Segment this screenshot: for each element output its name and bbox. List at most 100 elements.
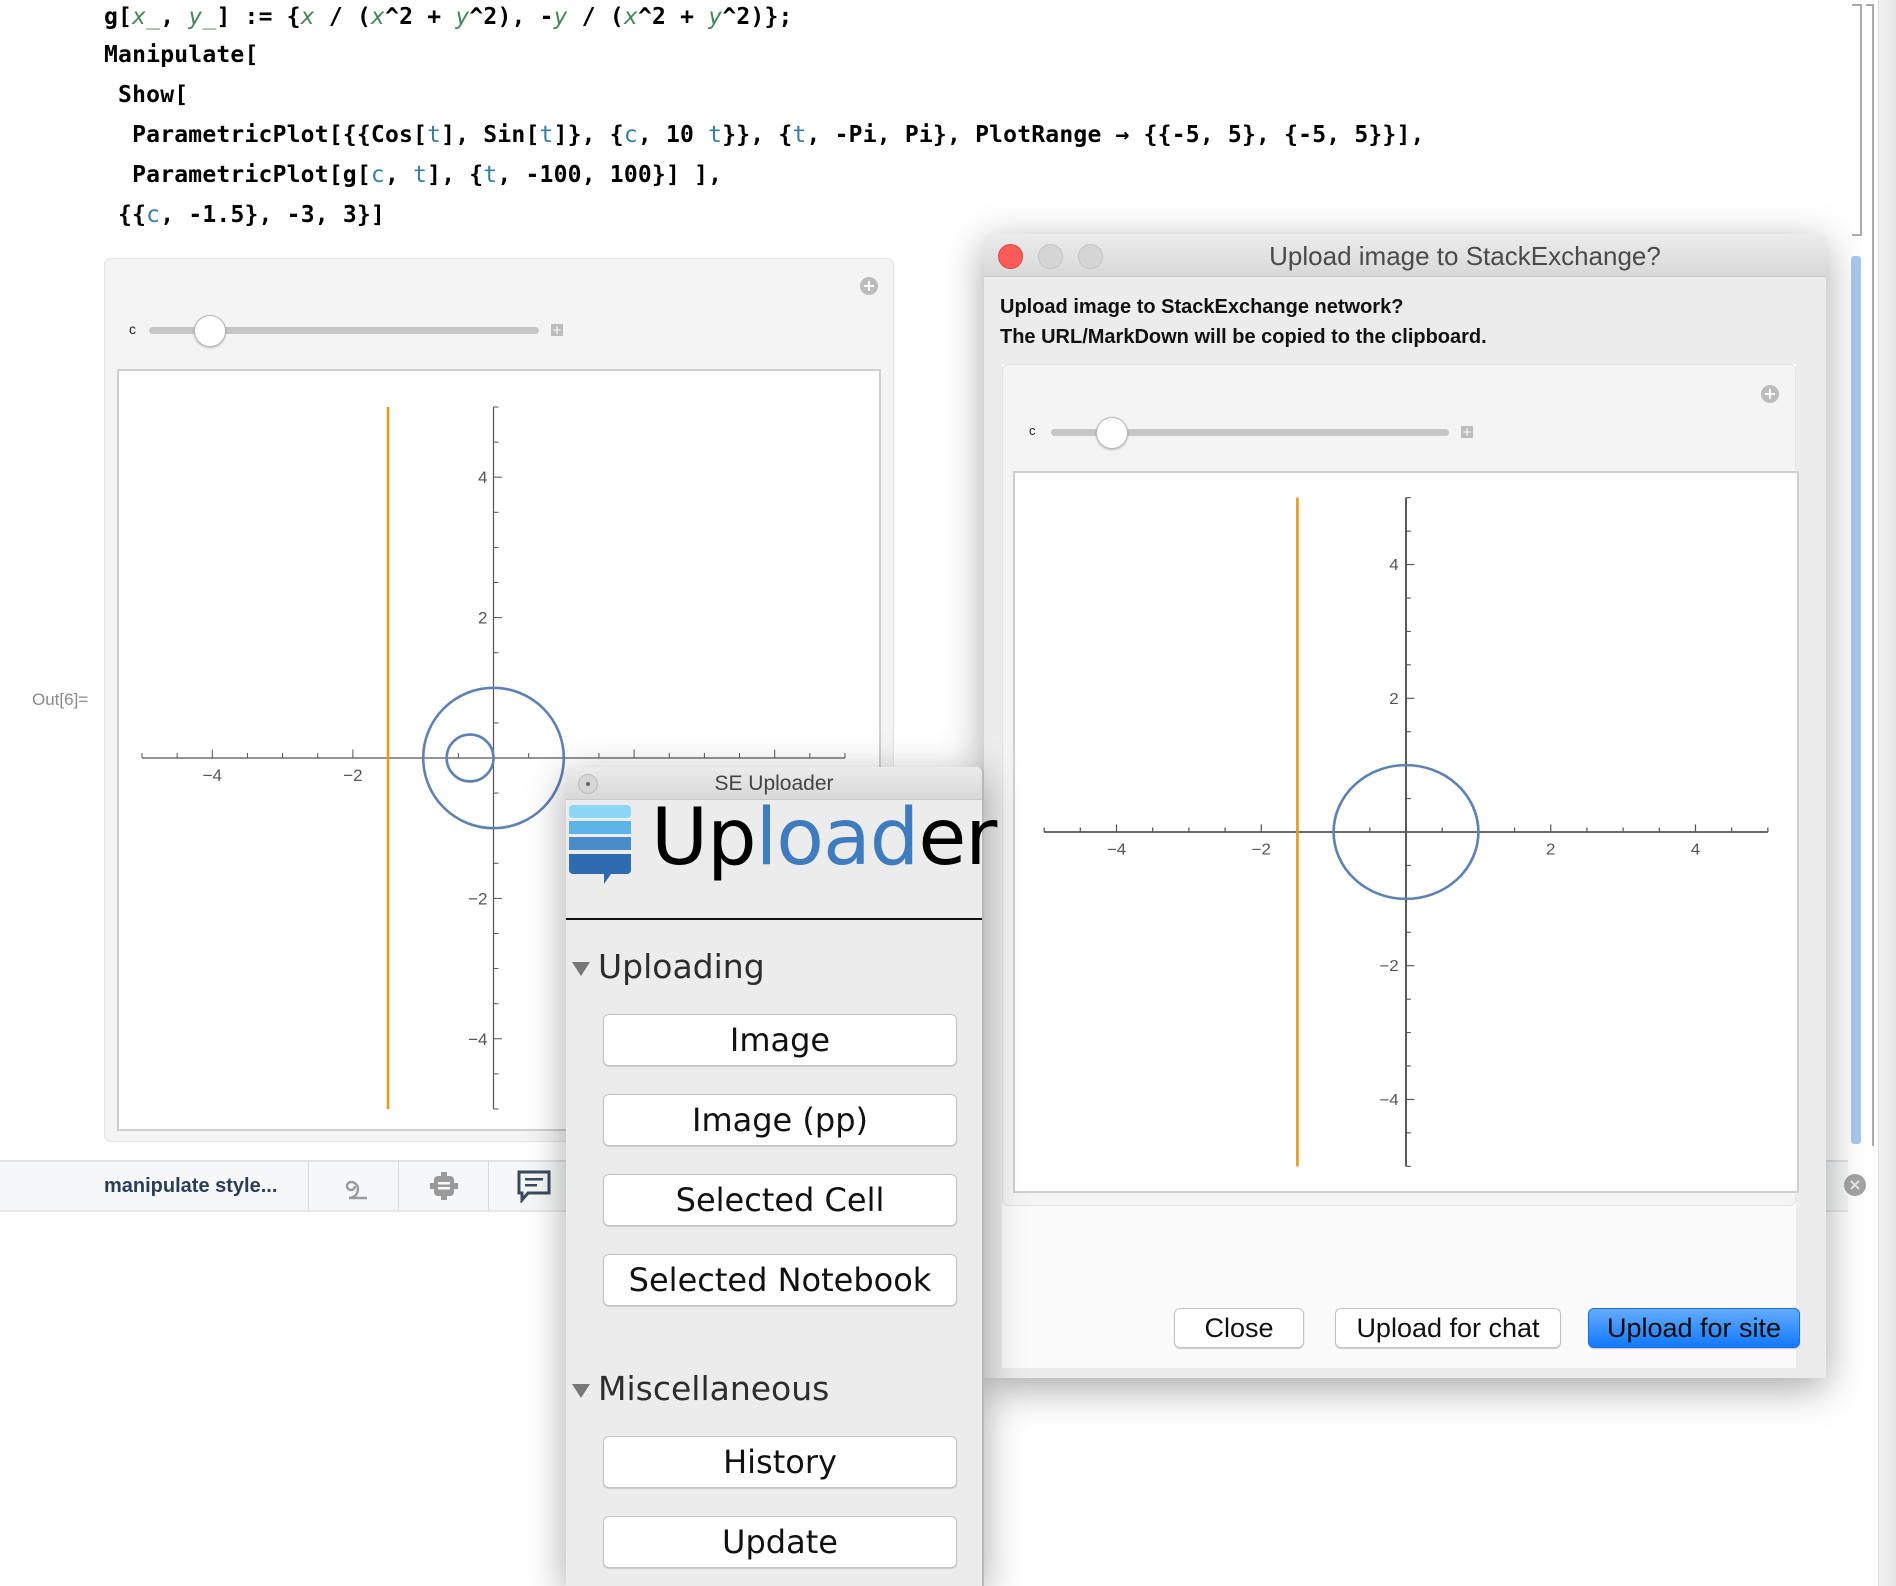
- preview-y-tick-label: 2: [1389, 690, 1398, 707]
- preview-add-options-icon: +: [1761, 385, 1779, 403]
- logo-text-up: Up: [651, 793, 757, 883]
- upload-dialog: Upload image to StackExchange? Upload im…: [984, 234, 1826, 1378]
- code-line[interactable]: ParametricPlot[g[c, t], {t, -100, 100}] …: [104, 162, 722, 188]
- preview-x-tick-label: −4: [1107, 841, 1126, 858]
- preview-slider-label: c: [1029, 423, 1036, 438]
- add-options-icon[interactable]: +: [860, 277, 878, 295]
- close-button[interactable]: Close: [1174, 1308, 1304, 1348]
- code-line[interactable]: ParametricPlot[{{Cos[t], Sin[t]}, {c, 10…: [104, 122, 1425, 148]
- code-pattern-var: y: [708, 4, 723, 30]
- cell-bracket-group[interactable]: [1866, 4, 1874, 1146]
- out-label: Out[6]=: [32, 690, 89, 709]
- code-local-var: t: [483, 162, 498, 188]
- code-local-var: t: [708, 122, 723, 148]
- main-y-tick-label: 4: [478, 468, 487, 487]
- stack-chat-logo-icon: [569, 805, 631, 884]
- code-token: ] := {: [216, 4, 301, 30]
- section-miscellaneous[interactable]: Miscellaneous: [598, 1369, 829, 1408]
- code-pattern-var: x: [371, 4, 386, 30]
- toolbar-settings-button[interactable]: [398, 1162, 489, 1210]
- main-x-tick-label: −4: [203, 766, 222, 785]
- slider-label: c: [129, 321, 136, 337]
- preview-manipulate-panel: + c + −4 −2 2 4 −4 −2 2 4: [1002, 364, 1799, 1206]
- code-local-var: c: [370, 162, 385, 188]
- dialog-titlebar: Upload image to StackExchange?: [984, 234, 1826, 277]
- logo-text-er: er: [918, 793, 997, 883]
- code-line[interactable]: {{c, -1.5}, -3, 3}]: [104, 202, 385, 228]
- code-local-var: t: [539, 122, 554, 148]
- code-token: ]}, {: [553, 122, 624, 148]
- uploading-collapse-icon[interactable]: [572, 962, 590, 976]
- dialog-message-2: The URL/MarkDown will be copied to the c…: [1000, 326, 1487, 348]
- comment-icon: [517, 1170, 551, 1203]
- preview-y-tick-label: 4: [1389, 557, 1398, 574]
- se-uploader-palette: SE Uploader Uploader Uploading Image Ima…: [566, 767, 997, 1586]
- dialog-title: Upload image to StackExchange?: [1269, 241, 1661, 271]
- code-token: ,: [160, 4, 189, 30]
- code-token: {{: [104, 202, 147, 228]
- code-token: ,: [384, 162, 414, 188]
- code-token: }}, {: [722, 122, 793, 148]
- cell-bracket-input[interactable]: [1852, 4, 1862, 236]
- section-uploading[interactable]: Uploading: [598, 947, 765, 986]
- upload-image-button[interactable]: Image: [603, 1014, 957, 1066]
- slider-thumb[interactable]: [193, 315, 226, 347]
- code-token: ], Sin[: [441, 122, 540, 148]
- preview-y-tick-label: −4: [1379, 1092, 1398, 1109]
- code-line[interactable]: Show[: [104, 82, 188, 108]
- code-pattern-var: x_: [132, 4, 161, 30]
- logo-text-load: load: [755, 793, 920, 883]
- gear-icon: [430, 1172, 458, 1200]
- code-token: ^2 +: [385, 4, 456, 30]
- update-button[interactable]: Update: [603, 1516, 957, 1568]
- toolbar-spiral-button[interactable]: [308, 1162, 399, 1210]
- main-y-tick-label: −2: [468, 889, 487, 908]
- suggestions-close-icon[interactable]: ×: [1844, 1174, 1866, 1196]
- notebook-scrollbar[interactable]: [1878, 0, 1896, 1586]
- code-token: ^2 +: [638, 4, 709, 30]
- logo-divider: [566, 918, 982, 920]
- upload-for-chat-button[interactable]: Upload for chat: [1335, 1308, 1561, 1348]
- code-token: ParametricPlot[g[: [104, 162, 371, 188]
- history-button[interactable]: History: [603, 1436, 957, 1488]
- preview-x-tick-label: 2: [1546, 841, 1555, 858]
- code-line[interactable]: Manipulate[: [104, 42, 259, 68]
- code-token: , -1.5}, -3, 3}]: [160, 202, 385, 228]
- code-pattern-var: x: [623, 4, 638, 30]
- cell-bracket-output-selected[interactable]: [1851, 256, 1861, 1144]
- code-token: / (: [567, 4, 624, 30]
- main-y-tick-label: −4: [468, 1030, 487, 1049]
- code-token: Manipulate[: [104, 42, 259, 68]
- code-token: ], {: [427, 162, 484, 188]
- code-local-var: t: [413, 162, 428, 188]
- suggestion-manipulate-style[interactable]: manipulate style...: [104, 1175, 277, 1198]
- code-token: ParametricPlot[{{Cos[: [104, 122, 428, 148]
- preview-x-tick-label: 4: [1691, 841, 1700, 858]
- slider-expand-icon[interactable]: +: [551, 324, 563, 336]
- preview-x-tick-label: −2: [1252, 841, 1271, 858]
- code-token: , 10: [637, 122, 709, 148]
- code-pattern-var: y: [553, 4, 568, 30]
- code-local-var: t: [427, 122, 442, 148]
- code-token: ^2)};: [722, 4, 793, 30]
- code-line[interactable]: g[x_, y_] := {x / (x^2 + y^2), -y / (x^2…: [104, 4, 793, 30]
- code-token: / (: [314, 4, 371, 30]
- code-token: Show[: [104, 82, 189, 108]
- preview-slider-expand-icon: +: [1461, 425, 1473, 439]
- code-pattern-var: y_: [188, 4, 217, 30]
- upload-selected-notebook-button[interactable]: Selected Notebook: [603, 1254, 957, 1306]
- preview-plot-frame: −4 −2 2 4 −4 −2 2 4: [1013, 471, 1799, 1193]
- upload-image-pp-button[interactable]: Image (pp): [603, 1094, 957, 1146]
- upload-for-site-button[interactable]: Upload for site: [1588, 1308, 1800, 1348]
- code-pattern-var: x: [300, 4, 315, 30]
- code-local-var: t: [792, 122, 807, 148]
- code-token: , -Pi, Pi}, PlotRange → {{-5, 5}, {-5, 5…: [806, 122, 1425, 148]
- logo-text: Uploader: [651, 793, 997, 883]
- preview-slider-thumb: [1095, 417, 1128, 449]
- dialog-message-1: Upload image to StackExchange network?: [1000, 296, 1404, 318]
- upload-selected-cell-button[interactable]: Selected Cell: [603, 1174, 957, 1226]
- spiral-icon: [345, 1180, 367, 1200]
- code-token: ^2), -: [469, 4, 554, 30]
- preview-plot: −4 −2 2 4 −4 −2 2 4: [1043, 497, 1769, 1167]
- misc-collapse-icon[interactable]: [572, 1384, 590, 1398]
